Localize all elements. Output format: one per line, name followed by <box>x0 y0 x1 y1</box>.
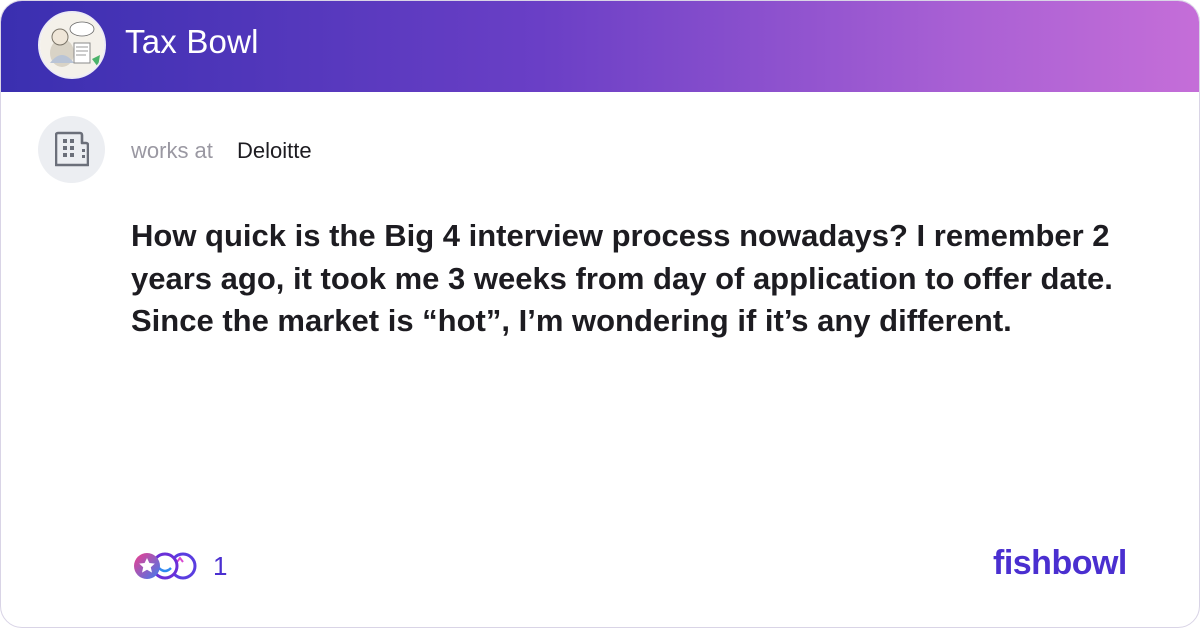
works-at-label: works at <box>131 138 213 163</box>
reaction-count: 1 <box>213 550 228 581</box>
company-name[interactable]: Deloitte <box>237 138 312 164</box>
reaction-faces-icon[interactable] <box>131 550 199 582</box>
bowl-title[interactable]: Tax Bowl <box>125 23 259 61</box>
fishbowl-logo[interactable]: fishbowl <box>993 544 1127 583</box>
company-avatar <box>38 116 105 183</box>
post-card: Tax Bowl works at Deloitte How quick is … <box>0 0 1200 628</box>
bowl-header: Tax Bowl <box>1 1 1199 92</box>
reactions[interactable]: 1 <box>131 548 227 584</box>
building-icon <box>55 131 89 167</box>
bowl-cartoon-avatar-icon[interactable] <box>38 11 106 79</box>
post-body: How quick is the Big 4 interview process… <box>131 218 1113 338</box>
